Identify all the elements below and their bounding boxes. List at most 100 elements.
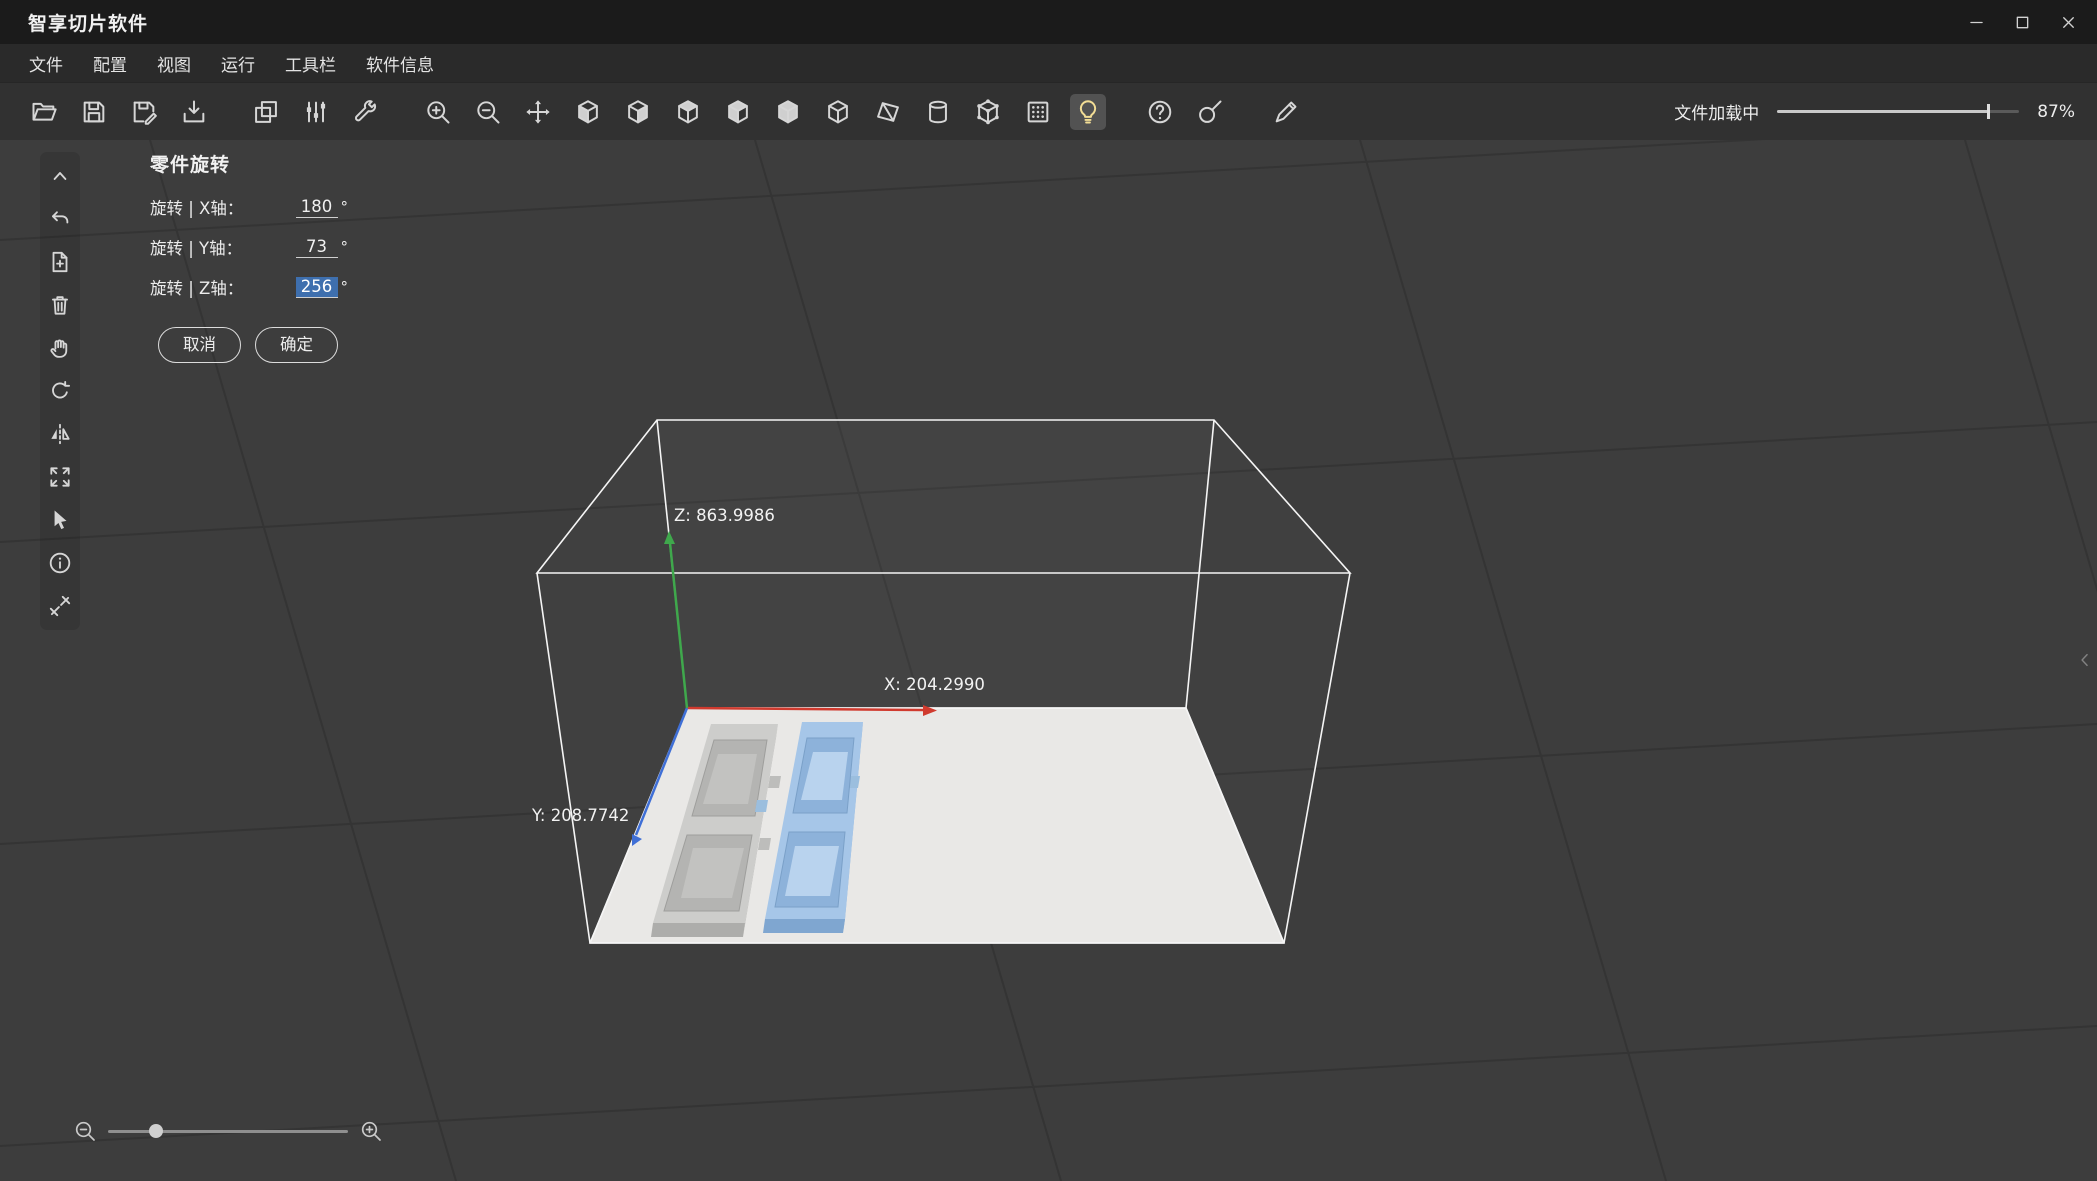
- view-cube-top-button[interactable]: [770, 94, 806, 130]
- view-cylinder-button[interactable]: [920, 94, 956, 130]
- select-cursor-button[interactable]: [45, 505, 75, 535]
- rotate-view-button[interactable]: [45, 376, 75, 406]
- toolbar-group-file: [26, 94, 212, 130]
- delete-part-button[interactable]: [45, 290, 75, 320]
- chevron-left-icon: [2081, 653, 2088, 667]
- file-loading-percent: 87%: [2037, 101, 2075, 122]
- menu-item-4[interactable]: 工具栏: [270, 44, 351, 82]
- zoom-out-icon: [75, 1121, 95, 1141]
- view-frame-button[interactable]: [970, 94, 1006, 130]
- zoom-out-icon[interactable]: [70, 1116, 100, 1146]
- axis-angle-input[interactable]: 256: [295, 276, 338, 298]
- file-loading-cluster: 文件加载中 87%: [1674, 99, 2075, 125]
- select-cursor-icon: [54, 510, 67, 530]
- zoom-out-button[interactable]: [470, 94, 506, 130]
- zoom-slider[interactable]: [108, 1124, 348, 1138]
- fit-view-icon: [50, 467, 70, 487]
- collapse-up-icon: [53, 172, 67, 180]
- rotate-row-label: 旋转 | Z轴：: [150, 279, 244, 298]
- probe-button[interactable]: [1192, 94, 1228, 130]
- toolbar-group-help: [1142, 94, 1304, 130]
- degree-unit: °: [340, 277, 349, 296]
- part-info-button[interactable]: [45, 548, 75, 578]
- confirm-button[interactable]: 确定: [255, 327, 338, 363]
- machine-tools-icon: [354, 99, 377, 121]
- maximize-button[interactable]: [1999, 0, 2045, 44]
- import-model-button[interactable]: [176, 94, 212, 130]
- rotate-row-value: 256 °: [295, 276, 349, 298]
- fit-view-button[interactable]: [45, 462, 75, 492]
- minimize-button[interactable]: [1953, 0, 1999, 44]
- view-cube-back-button[interactable]: [620, 94, 656, 130]
- repair-tools-button[interactable]: [45, 591, 75, 621]
- rotate-row-value: 180 °: [295, 197, 349, 218]
- view-plane-icon: [877, 101, 899, 122]
- duplicate-button[interactable]: [248, 94, 284, 130]
- view-cube-bottom-icon: [828, 99, 848, 123]
- viewport-3d[interactable]: Z: 863.9986 X: 204.2990 Y: 208.7742 零件旋转…: [0, 140, 2097, 1181]
- menu-item-2[interactable]: 视图: [142, 44, 206, 82]
- add-part-icon: [52, 251, 68, 273]
- zoom-in-icon: [427, 100, 450, 123]
- duplicate-icon: [255, 100, 277, 123]
- maximize-icon-icon: [2016, 16, 2028, 28]
- degree-unit: °: [340, 237, 349, 256]
- probe-icon: [1199, 100, 1222, 123]
- rotate-view-icon: [52, 380, 71, 399]
- add-part-button[interactable]: [45, 247, 75, 277]
- adjust-sliders-button[interactable]: [298, 94, 334, 130]
- view-cube-right-button[interactable]: [720, 94, 756, 130]
- zoom-in-icon: [361, 1121, 381, 1141]
- view-plane-button[interactable]: [870, 94, 906, 130]
- import-model-icon: [183, 100, 205, 122]
- menu-item-3[interactable]: 运行: [206, 44, 270, 82]
- axis-angle-input[interactable]: 180: [295, 197, 338, 218]
- undo-button[interactable]: [45, 204, 75, 234]
- degree-unit: °: [340, 197, 349, 216]
- close-button[interactable]: [2045, 0, 2091, 44]
- menu-item-1[interactable]: 配置: [78, 44, 142, 82]
- view-frame-icon: [977, 98, 999, 124]
- minimize-icon-icon: [1969, 21, 1983, 23]
- save-button[interactable]: [76, 94, 112, 130]
- view-lattice-button[interactable]: [1020, 94, 1056, 130]
- view-cube-bottom-button[interactable]: [820, 94, 856, 130]
- move-button[interactable]: [520, 94, 556, 130]
- pan-hand-button[interactable]: [45, 333, 75, 363]
- view-cube-front-button[interactable]: [570, 94, 606, 130]
- machine-tools-button[interactable]: [348, 94, 384, 130]
- adjust-sliders-icon: [306, 101, 326, 122]
- delete-part-icon: [52, 296, 68, 315]
- rotate-row-label: 旋转 | Y轴：: [150, 239, 243, 258]
- collapse-up-button[interactable]: [45, 161, 75, 191]
- axis-angle-input[interactable]: 73: [295, 237, 338, 258]
- view-cylinder-icon: [929, 100, 947, 123]
- file-loading-label: 文件加载中: [1674, 104, 1760, 124]
- progress-fill: [1777, 110, 1988, 113]
- menu-item-5[interactable]: 软件信息: [351, 44, 449, 82]
- axis-x-label: X: 204.2990: [884, 675, 985, 694]
- zoom-in-icon[interactable]: [356, 1116, 386, 1146]
- window-title: 智享切片软件: [28, 12, 149, 35]
- part-info-icon: [49, 552, 71, 574]
- light-button[interactable]: [1070, 93, 1106, 130]
- help-button[interactable]: [1142, 94, 1178, 130]
- pen-button[interactable]: [1268, 94, 1304, 130]
- rotate-row-label: 旋转 | X轴：: [150, 199, 244, 218]
- zoom-in-button[interactable]: [420, 94, 456, 130]
- part-rotation-panel: 零件旋转 旋转 | X轴： 180 ° 旋转 | Y轴： 73 ° 旋转 | Z轴： 256 °…: [150, 150, 348, 363]
- collapse-right-panel-button[interactable]: [2075, 645, 2095, 675]
- view-cube-back-icon: [628, 99, 648, 123]
- save-as-button[interactable]: [126, 94, 162, 130]
- cancel-button[interactable]: 取消: [158, 327, 241, 363]
- zoom-slider-handle[interactable]: [149, 1124, 163, 1138]
- view-cube-left-button[interactable]: [670, 94, 706, 130]
- mirror-part-button[interactable]: [45, 419, 75, 449]
- light-icon: [1079, 99, 1097, 123]
- side-toolbar: [40, 152, 80, 630]
- file-loading-progressbar: [1777, 104, 2020, 119]
- save-icon: [83, 101, 105, 122]
- open-file-button[interactable]: [26, 94, 62, 130]
- menu-item-0[interactable]: 文件: [14, 44, 78, 82]
- menubar: 文件 配置 视图 运行 工具栏 软件信息: [0, 44, 2097, 82]
